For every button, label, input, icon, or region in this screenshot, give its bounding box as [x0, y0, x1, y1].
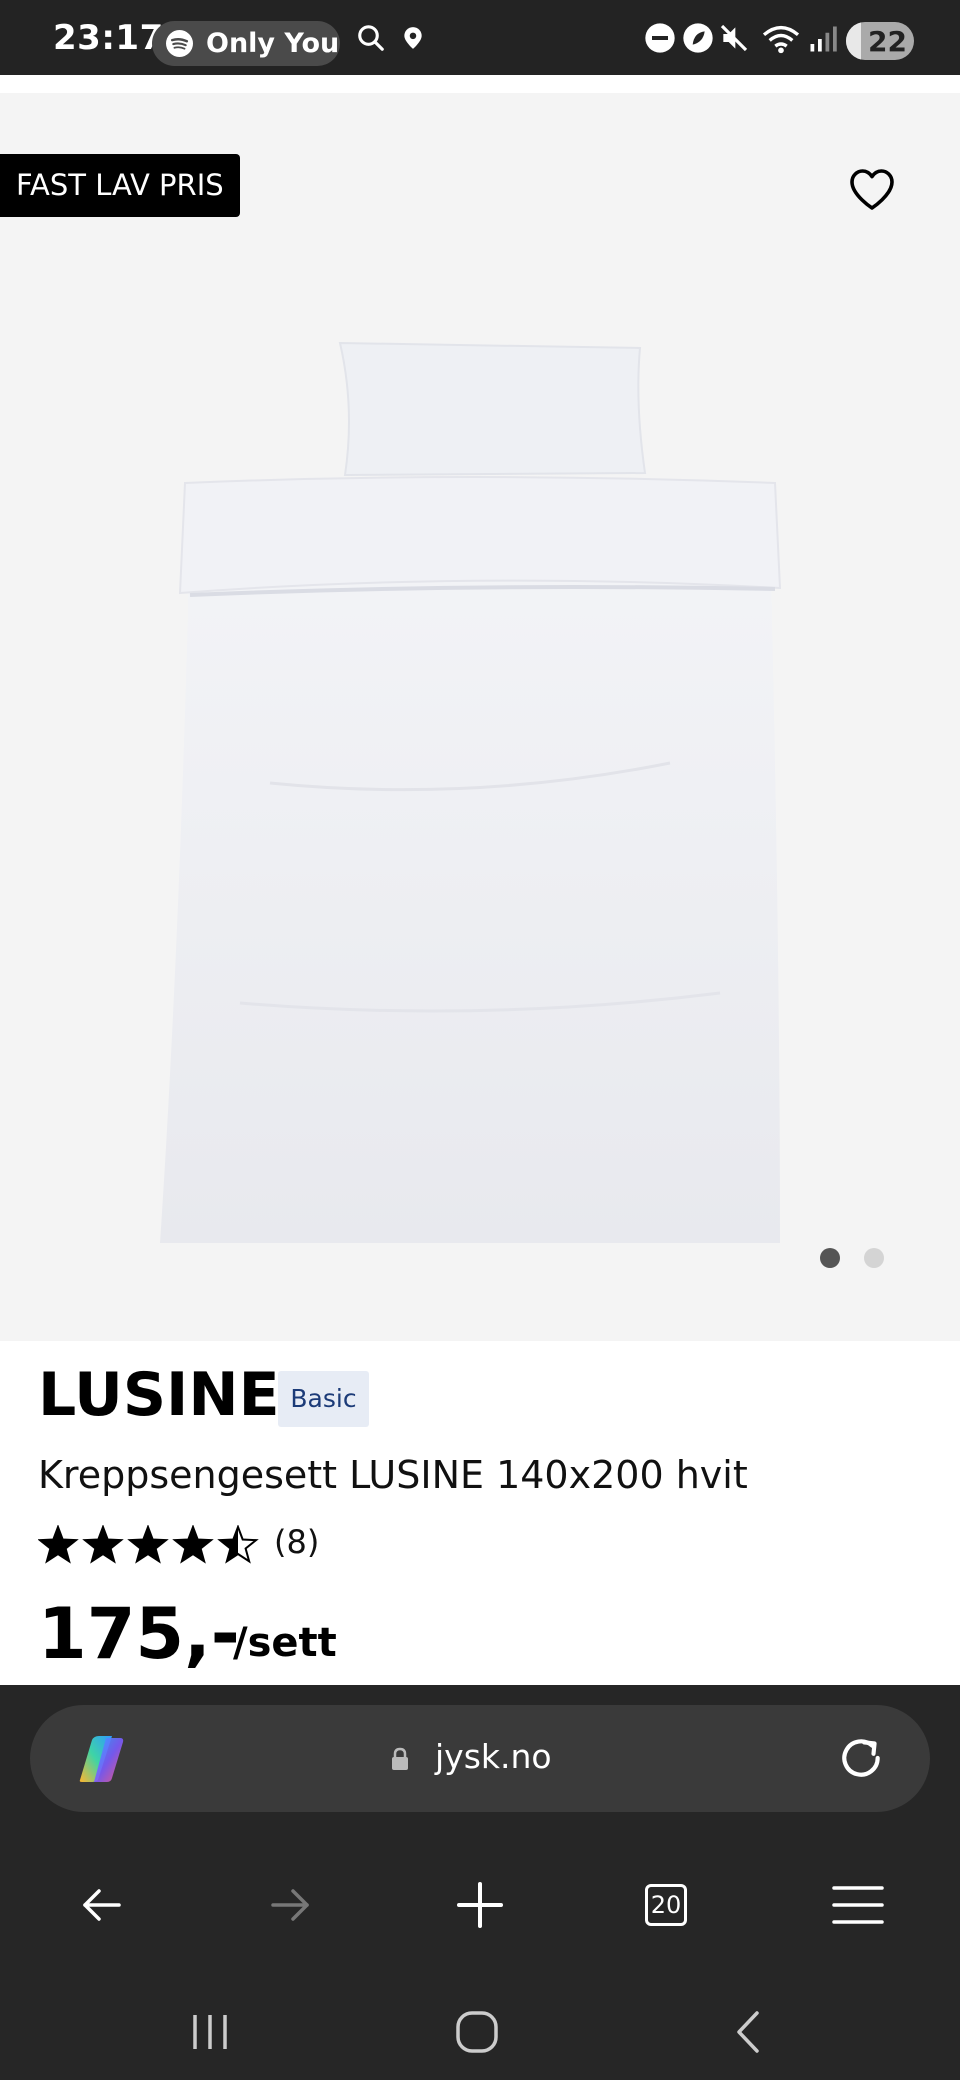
reload-icon[interactable]: [836, 1733, 886, 1783]
rating-star: [129, 1527, 167, 1562]
spotify-icon: [166, 30, 193, 57]
product-tier-tag: Basic: [278, 1371, 369, 1427]
forward-arrow-icon[interactable]: [255, 1870, 325, 1940]
battery-level: 22: [868, 25, 907, 58]
battery-fill: [846, 22, 861, 60]
mute-icon: [720, 24, 748, 52]
location-icon: [404, 27, 422, 49]
rating-star: [174, 1527, 212, 1562]
back-arrow-icon[interactable]: [67, 1870, 137, 1940]
product-image-duvet-set: [160, 341, 782, 1243]
new-tab-plus-icon[interactable]: [445, 1870, 515, 1940]
rating-star: [39, 1527, 77, 1562]
search-icon: [358, 25, 384, 51]
copilot-icon[interactable]: [72, 1732, 132, 1786]
leaf-icon: [683, 23, 713, 53]
home-icon[interactable]: [452, 2007, 502, 2057]
browser-nav-row: 20: [0, 1870, 960, 1940]
gallery-dot-active[interactable]: [820, 1248, 840, 1268]
product-gallery[interactable]: FAST LAV PRIS: [0, 93, 960, 1341]
menu-hamburger-icon[interactable]: [823, 1870, 893, 1940]
wifi-icon: [762, 25, 800, 54]
rating-count[interactable]: (8): [274, 1523, 319, 1561]
rating-star: [84, 1527, 122, 1562]
lock-icon: [392, 1747, 408, 1770]
dnd-icon: [645, 23, 675, 53]
system-nav-bar: [0, 1985, 960, 2080]
gallery-dot[interactable]: [864, 1248, 884, 1268]
tabs-count-button[interactable]: 20: [645, 1884, 687, 1926]
address-bar[interactable]: jysk.no: [30, 1705, 930, 1812]
price-unit: /sett: [233, 1620, 337, 1666]
now-playing-title: Only You: [206, 28, 340, 59]
url-text[interactable]: jysk.no: [435, 1737, 552, 1776]
recent-apps-icon[interactable]: [185, 2007, 235, 2057]
favorite-heart-icon[interactable]: [848, 168, 896, 212]
product-name: Kreppsengesett LUSINE 140x200 hvit: [38, 1453, 748, 1497]
now-playing-pill[interactable]: Only You: [152, 21, 340, 66]
status-time: 23:17: [53, 18, 164, 58]
browser-toolbar: jysk.no 20: [0, 1685, 960, 2080]
system-back-icon[interactable]: [725, 2007, 775, 2057]
product-brand: LUSINE: [38, 1360, 280, 1430]
signal-icon: [810, 26, 837, 52]
price-badge: FAST LAV PRIS: [0, 154, 240, 217]
product-price: 175,-: [38, 1593, 240, 1675]
rating-stars[interactable]: [38, 1525, 260, 1565]
battery-icon: 22: [846, 22, 914, 60]
status-bar: 23:17 Only You 22: [0, 0, 960, 75]
